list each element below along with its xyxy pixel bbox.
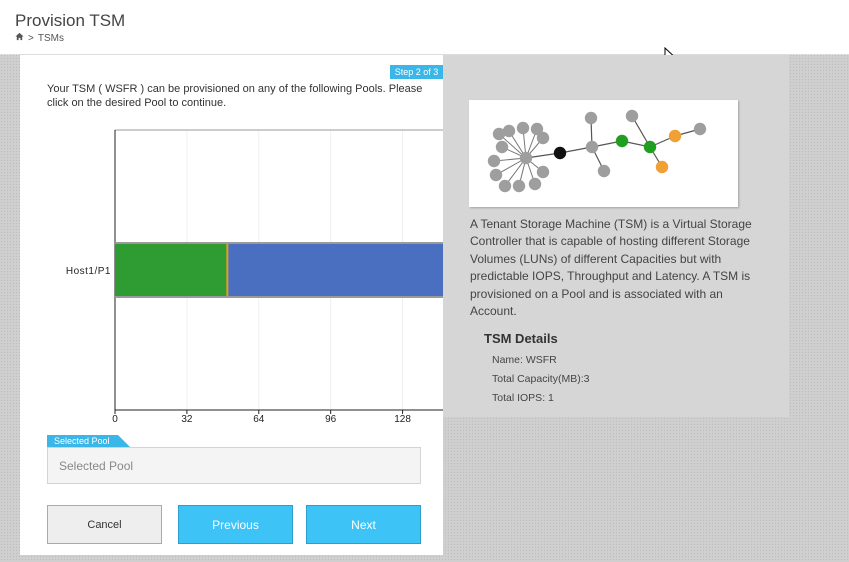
selected-pool-field[interactable] [47, 447, 421, 484]
graph-node [536, 165, 550, 179]
graph-node [495, 140, 509, 154]
graph-node [643, 140, 657, 154]
graph-node [528, 177, 542, 191]
selected-pool-label: Selected Pool [47, 435, 130, 447]
x-tick-label: 96 [325, 414, 337, 425]
step-badge: Step 2 of 3 [390, 65, 443, 79]
graph-node [530, 122, 544, 136]
intro-text: Your TSM ( WSFR ) can be provisioned on … [47, 83, 423, 109]
graph-node [487, 154, 501, 168]
graph-node [498, 179, 512, 193]
page-title: Provision TSM [15, 11, 126, 30]
pool-selection-panel: Step 2 of 3 Your TSM ( WSFR ) can be pro… [20, 55, 443, 555]
previous-button[interactable]: Previous [178, 505, 293, 544]
graph-node [693, 122, 707, 136]
bar-segment-1[interactable] [115, 244, 228, 296]
breadcrumb-separator: > [28, 32, 34, 44]
pool-bar-chart[interactable]: Host1/P1 0 32 64 96 128 [20, 125, 443, 425]
graph-node [597, 164, 611, 178]
graph-node [492, 127, 506, 141]
tsm-total-capacity: Total Capacity(MB):3 [492, 373, 590, 385]
x-tick-label: 64 [253, 414, 265, 425]
graph-node [516, 121, 530, 135]
tsm-description: A Tenant Storage Machine (TSM) is a Virt… [470, 217, 752, 319]
x-tick-label: 0 [112, 414, 118, 425]
graph-node [519, 151, 533, 165]
graph-node [585, 140, 599, 154]
tsm-details-title: TSM Details [484, 331, 558, 346]
category-label: Host1/P1 [66, 266, 111, 277]
graph-node [584, 111, 598, 125]
top-bar: Provision TSM > TSMs [0, 0, 849, 55]
graph-node [655, 160, 669, 174]
graph-node [668, 129, 682, 143]
breadcrumb: > TSMs [15, 32, 64, 44]
graph-node [553, 146, 567, 160]
network-graph-illustration [469, 100, 738, 207]
graph-node [615, 134, 629, 148]
tsm-name: Name: WSFR [492, 354, 557, 366]
graph-node [512, 179, 526, 193]
home-icon[interactable] [15, 32, 24, 44]
tsm-total-iops: Total IOPS: 1 [492, 392, 554, 404]
graph-node [489, 168, 503, 182]
cancel-button[interactable]: Cancel [47, 505, 162, 544]
bar-segment-2[interactable] [227, 244, 443, 296]
x-tick-label: 128 [394, 414, 411, 425]
tsm-info-panel: A Tenant Storage Machine (TSM) is a Virt… [443, 55, 789, 417]
x-tick-label: 32 [181, 414, 193, 425]
breadcrumb-tsms-link[interactable]: TSMs [38, 33, 64, 44]
next-button[interactable]: Next [306, 505, 421, 544]
graph-node [625, 109, 639, 123]
